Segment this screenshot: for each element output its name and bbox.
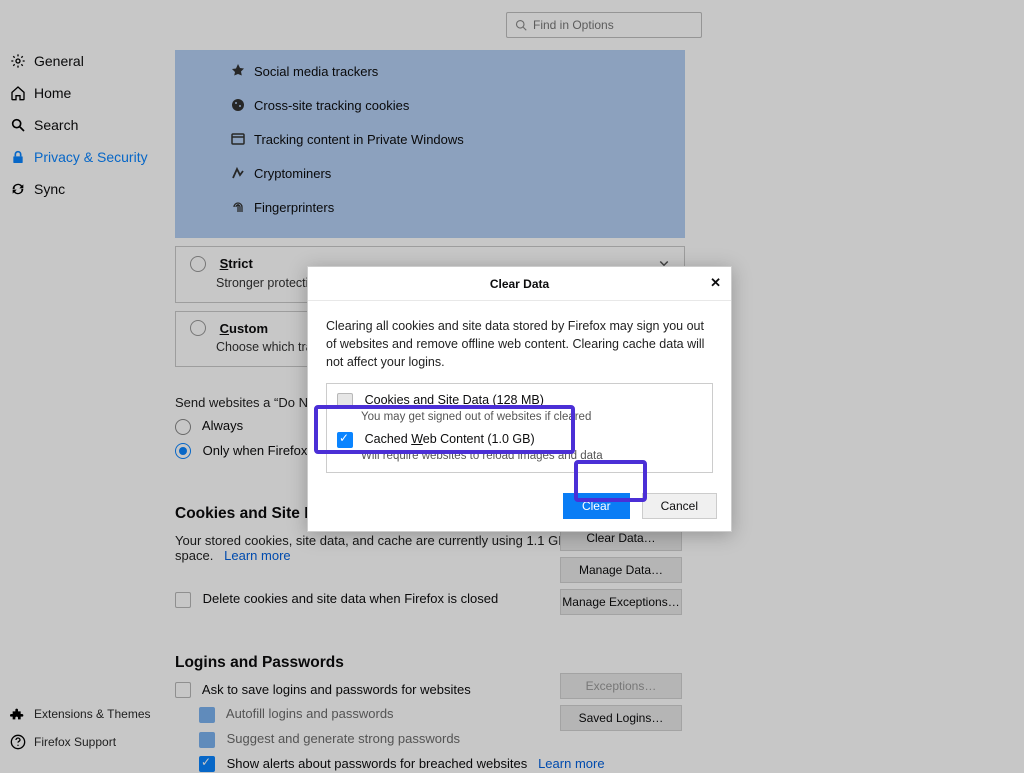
logins-alerts-row[interactable]: Show alerts about passwords for breached… xyxy=(199,756,685,773)
search-input[interactable]: Find in Options xyxy=(506,12,702,38)
checkbox-autofill[interactable] xyxy=(199,707,215,723)
dialog-opt-cookies[interactable]: Cookies and Site Data (128 MB) You may g… xyxy=(337,392,702,423)
sidebar-item-label: Extensions & Themes xyxy=(34,707,151,721)
opt-title: Cookies and Site Data (128 MB) xyxy=(365,393,544,407)
manage-data-button[interactable]: Manage Data… xyxy=(560,557,682,583)
radio-always[interactable] xyxy=(175,419,191,435)
sidebar-item-label: Privacy & Security xyxy=(34,149,148,165)
learn-more-link[interactable]: Learn more xyxy=(538,756,604,771)
sidebar-item-label: Search xyxy=(34,117,78,133)
search-placeholder: Find in Options xyxy=(533,18,614,32)
sidebar-item-privacy[interactable]: Privacy & Security xyxy=(0,141,165,173)
opt-sub: You may get signed out of websites if cl… xyxy=(361,411,702,423)
close-icon[interactable]: ✕ xyxy=(710,275,721,291)
radio-unselected[interactable] xyxy=(190,256,206,272)
social-icon xyxy=(230,63,246,79)
gear-icon xyxy=(10,53,26,69)
tracking-item: Tracking content in Private Windows xyxy=(230,131,664,147)
sidebar-item-label: Sync xyxy=(34,181,65,197)
sidebar-item-extensions[interactable]: Extensions & Themes xyxy=(0,700,165,728)
sidebar-item-sync[interactable]: Sync xyxy=(0,173,165,205)
learn-more-link[interactable]: Learn more xyxy=(224,548,290,563)
search-icon xyxy=(10,117,26,133)
window-icon xyxy=(230,131,246,147)
sidebar-item-general[interactable]: General xyxy=(0,45,165,77)
sidebar-item-label: Home xyxy=(34,85,71,101)
exceptions-button: Exceptions… xyxy=(560,673,682,699)
radio-unselected[interactable] xyxy=(190,320,206,336)
tracking-standard-box: Social media trackers Cross-site trackin… xyxy=(175,50,685,238)
tracking-item: Social media trackers xyxy=(230,63,664,79)
opt-title: Cached Web Content (1.0 GB) xyxy=(365,432,535,446)
sidebar-nav: General Home Search Privacy & Security S… xyxy=(0,45,165,205)
sidebar-item-home[interactable]: Home xyxy=(0,77,165,109)
logins-suggest-row[interactable]: Suggest and generate strong passwords xyxy=(199,731,685,748)
tracking-item: Cryptominers xyxy=(230,165,664,181)
sync-icon xyxy=(10,181,26,197)
fingerprint-icon xyxy=(230,199,246,215)
sidebar-item-label: General xyxy=(34,53,84,69)
lock-icon xyxy=(10,149,26,165)
clear-data-dialog: Clear Data ✕ Clearing all cookies and si… xyxy=(307,266,732,532)
dialog-description: Clearing all cookies and site data store… xyxy=(326,317,713,371)
puzzle-icon xyxy=(10,706,26,722)
tracking-item: Fingerprinters xyxy=(230,199,664,215)
dialog-options-box: Cookies and Site Data (128 MB) You may g… xyxy=(326,383,713,472)
saved-logins-button[interactable]: Saved Logins… xyxy=(560,705,682,731)
logins-heading: Logins and Passwords xyxy=(175,654,685,672)
tracking-item: Cross-site tracking cookies xyxy=(230,97,664,113)
checkbox-ask-logins[interactable] xyxy=(175,682,191,698)
sidebar-item-search[interactable]: Search xyxy=(0,109,165,141)
checkbox-suggest[interactable] xyxy=(199,732,215,748)
opt-sub: Will require websites to reload images a… xyxy=(361,450,702,462)
sidebar-item-support[interactable]: Firefox Support xyxy=(0,728,165,756)
cookie-icon xyxy=(230,97,246,113)
cancel-button[interactable]: Cancel xyxy=(642,493,717,519)
home-icon xyxy=(10,85,26,101)
checkbox-cache[interactable] xyxy=(337,432,353,448)
option-title: Custom xyxy=(220,321,268,336)
option-title: Strict xyxy=(220,256,253,271)
checkbox-cookies[interactable] xyxy=(337,393,353,409)
dialog-title-bar: Clear Data ✕ xyxy=(308,267,731,301)
crypto-icon xyxy=(230,165,246,181)
sidebar-item-label: Firefox Support xyxy=(34,735,116,749)
dialog-opt-cache[interactable]: Cached Web Content (1.0 GB) Will require… xyxy=(337,431,702,462)
clear-button[interactable]: Clear xyxy=(563,493,630,519)
search-icon xyxy=(515,19,527,31)
dialog-title: Clear Data xyxy=(490,277,549,291)
help-icon xyxy=(10,734,26,750)
radio-onlywhen[interactable] xyxy=(175,443,191,459)
checkbox-delete-cookies[interactable] xyxy=(175,592,191,608)
manage-exceptions-button[interactable]: Manage Exceptions… xyxy=(560,589,682,615)
checkbox-alerts[interactable] xyxy=(199,756,215,772)
sidebar-footer: Extensions & Themes Firefox Support xyxy=(0,700,165,756)
